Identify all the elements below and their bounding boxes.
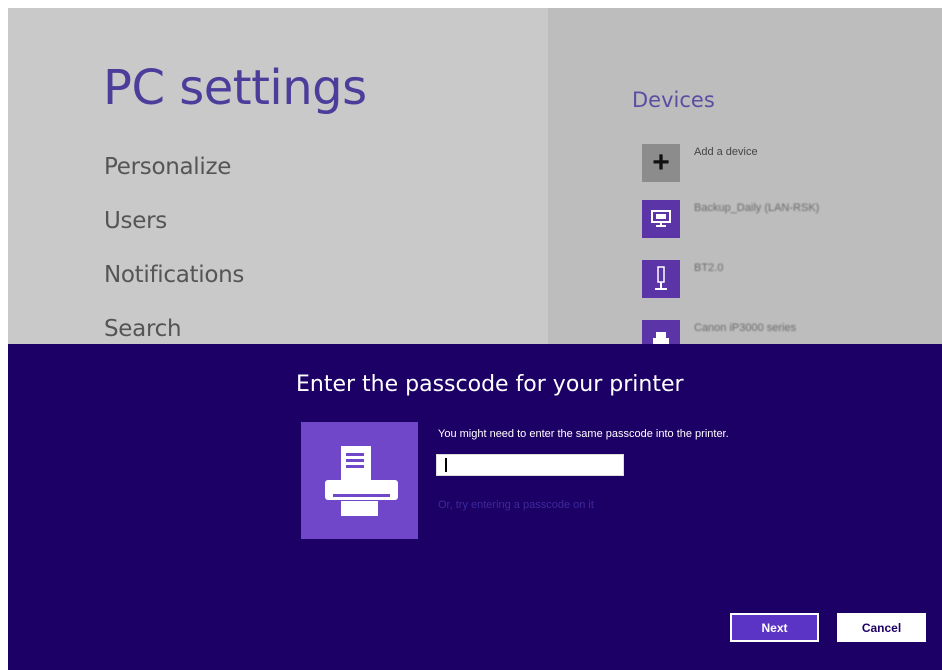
usb-device-icon [642, 260, 680, 298]
page-title: PC settings [103, 60, 367, 116]
settings-nav: Personalize Users Notifications Search [104, 151, 244, 367]
text-caret [445, 458, 447, 472]
nav-item-personalize[interactable]: Personalize [104, 151, 244, 205]
cancel-button[interactable]: Cancel [837, 613, 926, 642]
printer-icon [301, 422, 418, 539]
computer-icon [642, 200, 680, 238]
plus-icon: + [642, 144, 680, 182]
device-label: Canon iP3000 series [694, 322, 797, 334]
device-item-bt[interactable]: BT2.0 [642, 260, 942, 300]
passcode-dialog: Enter the passcode for your printer You … [8, 344, 942, 670]
device-item-computer[interactable]: Backup_Daily (LAN-RSK) [642, 200, 942, 240]
dialog-message: You might need to enter the same passcod… [438, 428, 729, 440]
devices-heading: Devices [632, 88, 715, 112]
device-label: BT2.0 [694, 262, 724, 274]
nav-item-notifications[interactable]: Notifications [104, 259, 244, 313]
add-device-item[interactable]: + Add a device [642, 144, 942, 184]
nav-item-users[interactable]: Users [104, 205, 244, 259]
passcode-input[interactable] [436, 454, 624, 476]
dialog-title: Enter the passcode for your printer [296, 372, 684, 397]
window: PC settings Personalize Users Notificati… [8, 8, 942, 670]
device-label: Backup_Daily (LAN-RSK) [694, 202, 820, 214]
next-button[interactable]: Next [730, 613, 819, 642]
device-label: Add a device [694, 146, 758, 158]
passcode-on-printer-link[interactable]: Or, try entering a passcode on it [438, 499, 594, 511]
